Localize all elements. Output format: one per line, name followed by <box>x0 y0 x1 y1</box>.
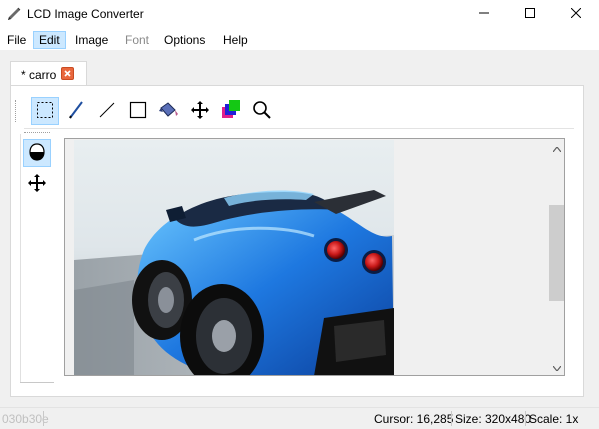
status-cursor: Cursor: 16,285 <box>374 412 454 426</box>
status-separator <box>43 411 44 426</box>
status-separator <box>451 411 452 426</box>
menu-font[interactable]: Font <box>120 31 154 49</box>
tab-label: * carro <box>21 68 57 82</box>
status-color-value: 030b30e <box>2 412 49 426</box>
rectangle-icon <box>128 100 148 123</box>
color-swap-tool[interactable] <box>217 97 245 125</box>
close-button[interactable] <box>553 0 599 28</box>
title-bar: LCD Image Converter <box>0 0 599 28</box>
minimize-icon <box>479 7 489 21</box>
select-rectangle-icon <box>36 101 54 122</box>
zoom-icon <box>252 100 272 123</box>
move-tool[interactable] <box>186 97 214 125</box>
status-separator <box>525 411 526 426</box>
chevron-down-icon <box>552 360 561 374</box>
menu-help[interactable]: Help <box>218 31 253 49</box>
tab-close-button[interactable] <box>61 67 74 80</box>
car-image[interactable] <box>74 140 394 375</box>
scroll-up-button[interactable] <box>548 139 564 156</box>
pen-tool[interactable] <box>62 97 90 125</box>
status-bar: 030b30e Cursor: 16,285 Size: 320x480 Sca… <box>0 407 599 429</box>
move-icon <box>190 100 210 123</box>
scroll-down-button[interactable] <box>548 358 564 375</box>
status-scale: Scale: 1x <box>529 412 579 426</box>
zoom-tool[interactable] <box>248 97 276 125</box>
status-size: Size: 320x480 <box>455 412 532 426</box>
tab-carro[interactable]: * carro <box>10 61 87 86</box>
scroll-thumb[interactable] <box>549 205 564 301</box>
menu-options[interactable]: Options <box>159 31 210 49</box>
sidebar-divider <box>20 134 21 383</box>
fill-tool[interactable] <box>155 97 183 125</box>
toolbar-grip[interactable] <box>15 100 19 122</box>
menu-image[interactable]: Image <box>70 31 113 49</box>
move-icon <box>27 173 47 196</box>
color-swap-icon <box>220 99 242 124</box>
menu-file[interactable]: File <box>2 31 31 49</box>
sidebar-bottom-divider <box>20 382 54 383</box>
minimize-button[interactable] <box>461 0 507 28</box>
sidebar-grip[interactable] <box>24 132 50 133</box>
select-rectangle-tool[interactable] <box>31 97 59 125</box>
toolbar-divider <box>24 128 574 129</box>
menu-bar: File Edit Image Font Options Help <box>0 28 599 51</box>
line-icon <box>97 100 117 123</box>
menu-edit[interactable]: Edit <box>33 31 66 49</box>
line-tool[interactable] <box>93 97 121 125</box>
chevron-up-icon <box>552 141 561 155</box>
maximize-icon <box>525 7 535 21</box>
pencil-icon <box>6 6 22 22</box>
pen-icon <box>66 100 86 123</box>
mouse-tool[interactable] <box>23 139 51 167</box>
maximize-button[interactable] <box>507 0 553 28</box>
sidebar-move-tool[interactable] <box>23 170 51 198</box>
close-icon <box>570 7 582 21</box>
window-title: LCD Image Converter <box>27 7 144 21</box>
vertical-scrollbar[interactable] <box>547 139 564 375</box>
image-canvas[interactable] <box>64 138 565 376</box>
rectangle-tool[interactable] <box>124 97 152 125</box>
fill-bucket-icon <box>158 100 180 123</box>
mouse-icon <box>28 142 46 165</box>
